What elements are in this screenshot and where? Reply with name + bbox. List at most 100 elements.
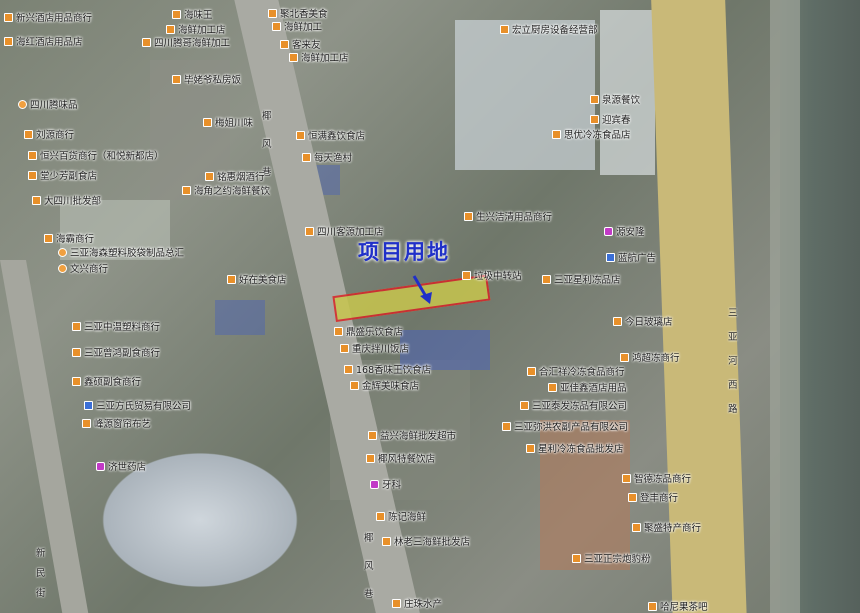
poi-label: 新兴酒店用品商行	[16, 13, 93, 24]
poi[interactable]: 智德冻品商行	[622, 471, 691, 485]
poi[interactable]: 益兴海鲜批发超市	[368, 428, 456, 442]
poi[interactable]: 海角之约海鲜餐饮	[182, 183, 270, 197]
poi-marker-icon	[502, 421, 511, 431]
poi-label: 三亚方氏贸易有限公司	[96, 401, 192, 412]
poi-label: 文兴商行	[70, 264, 109, 275]
poi[interactable]: 登丰商行	[628, 490, 678, 504]
poi[interactable]: 168香味王饮食店	[344, 362, 431, 376]
poi[interactable]: 三亚海森塑料胶袋制品总汇	[58, 245, 184, 259]
poi[interactable]: 陈记海鲜	[376, 509, 426, 523]
poi-label: 合汇祥冷冻食品商行	[539, 367, 625, 378]
poi[interactable]: 源安隆	[604, 224, 645, 238]
poi-marker-icon	[172, 74, 181, 84]
poi[interactable]: 海鲜加工	[272, 19, 322, 33]
poi-label: 三亚中温塑料商行	[84, 322, 161, 333]
poi[interactable]: 恒兴百货商行（和悦新都店）	[28, 148, 164, 162]
poi[interactable]: 新兴酒店用品商行	[4, 10, 92, 24]
poi[interactable]: 宏立厨房设备经营部	[500, 22, 598, 36]
poi[interactable]: 梅姐川味	[203, 115, 253, 129]
poi[interactable]: 三亚曾鸿副食商行	[72, 345, 160, 359]
poi-label: 宏立厨房设备经营部	[512, 25, 598, 36]
poi[interactable]: 毕姥爷私房饭	[172, 72, 241, 86]
poi[interactable]: 文兴商行	[58, 261, 108, 275]
poi-marker-icon	[606, 252, 615, 262]
poi[interactable]: 三亚中温塑料商行	[72, 319, 160, 333]
poi[interactable]: 三亚弥洪农副产品有限公司	[502, 419, 628, 433]
poi[interactable]: 海霸商行	[44, 231, 94, 245]
poi[interactable]: 迎宾春	[590, 112, 631, 126]
poi[interactable]: 三亚方氏贸易有限公司	[84, 398, 191, 412]
poi[interactable]: 四川腾哥海鲜加工	[142, 35, 230, 49]
poi-marker-icon	[462, 270, 471, 280]
poi[interactable]: 客来友	[280, 37, 321, 51]
project-site-title-text: 项目用地	[358, 240, 450, 264]
poi[interactable]: 金辉美味食店	[350, 378, 419, 392]
poi[interactable]: 鸿超冻商行	[620, 350, 680, 364]
poi[interactable]: 堂少芳副食店	[28, 168, 97, 182]
poi-label: 星利冷冻食品批发店	[538, 444, 624, 455]
poi-label: 四川腾哥海鲜加工	[154, 38, 231, 49]
poi[interactable]: 四川腾味品	[18, 97, 78, 111]
poi-marker-icon	[344, 364, 353, 374]
poi[interactable]: 三亚星利冻品店	[542, 272, 621, 286]
poi[interactable]: 垃圾中转站	[462, 268, 522, 282]
poi[interactable]: 济世药店	[96, 459, 146, 473]
embankment	[770, 0, 800, 613]
poi[interactable]: 庄珠水产	[392, 596, 442, 610]
poi[interactable]: 海鲜加工店	[289, 50, 349, 64]
poi-marker-icon	[166, 24, 175, 34]
poi-marker-icon	[72, 321, 81, 331]
poi-marker-icon	[520, 400, 529, 410]
east-road-char: 路	[728, 404, 738, 415]
west-street-label: 新 民 街	[36, 545, 46, 599]
poi[interactable]: 思优冷冻食品店	[552, 127, 631, 141]
project-site-title: 项目用地	[358, 236, 450, 266]
poi-label: 海霸商行	[56, 234, 95, 245]
poi-label: 济世药店	[108, 462, 147, 473]
poi[interactable]: 牙科	[370, 477, 401, 491]
west-street[interactable]	[0, 260, 94, 613]
poi-marker-icon	[72, 376, 81, 386]
poi[interactable]: 四川客源加工店	[305, 224, 384, 238]
poi[interactable]: 三亚泰发冻品有限公司	[520, 398, 627, 412]
poi-marker-icon	[58, 247, 67, 257]
poi[interactable]: 恒满鑫饮食店	[296, 128, 365, 142]
poi-marker-icon	[32, 195, 41, 205]
poi[interactable]: 合汇祥冷冻食品商行	[527, 364, 625, 378]
poi[interactable]: 哈尼果茶吧	[648, 599, 708, 613]
poi-label: 每天渔村	[314, 153, 353, 164]
poi[interactable]: 泉源餐饮	[590, 92, 640, 106]
poi[interactable]: 生兴洁清用品商行	[464, 209, 552, 223]
poi[interactable]: 聚盛特产商行	[632, 520, 701, 534]
poi-marker-icon	[350, 380, 359, 390]
poi[interactable]: 聚北香美食	[268, 6, 328, 20]
poi[interactable]: 星利冷冻食品批发店	[526, 441, 624, 455]
poi[interactable]: 海鲜加工店	[166, 22, 226, 36]
poi[interactable]: 好在美食店	[227, 272, 287, 286]
poi[interactable]: 今日玻璃店	[613, 314, 673, 328]
poi[interactable]: 鑫硕副食商行	[72, 374, 141, 388]
poi[interactable]: 海红酒店用品店	[4, 34, 83, 48]
poi[interactable]: 亚佳鑫酒店用品	[548, 380, 627, 394]
poi[interactable]: 林老三海鲜批发店	[382, 534, 470, 548]
alley-char: 椰	[364, 533, 374, 544]
poi[interactable]: 铭惠烟酒行	[205, 169, 265, 183]
poi[interactable]: 峰源窗帘布艺	[82, 416, 151, 430]
poi[interactable]: 重庆拌川饭店	[340, 341, 409, 355]
poi[interactable]: 大四川批发部	[32, 193, 101, 207]
poi[interactable]: 椰风特餐饮店	[366, 451, 435, 465]
poi-label: 峰源窗帘布艺	[94, 419, 152, 430]
poi-marker-icon	[542, 274, 551, 284]
poi[interactable]: 鼎盛乐饮食店	[334, 324, 403, 338]
satellite-map[interactable]: 三 亚 河 西 路 椰 风 巷 椰 风 巷 新 民 街 项目用地 新兴酒店用品商…	[0, 0, 860, 613]
poi[interactable]: 三亚正宗炮豹粉	[572, 551, 651, 565]
poi[interactable]: 每天渔村	[302, 150, 352, 164]
poi[interactable]: 蓝航广告	[606, 250, 656, 264]
alley-char: 椰	[262, 111, 272, 122]
alley-label: 椰 风 巷	[262, 108, 272, 178]
west-street-char: 街	[36, 588, 46, 599]
poi-label: 智德冻品商行	[634, 474, 692, 485]
poi-marker-icon	[340, 343, 349, 353]
poi[interactable]: 刘源商行	[24, 127, 74, 141]
poi[interactable]: 海味王	[172, 7, 213, 21]
